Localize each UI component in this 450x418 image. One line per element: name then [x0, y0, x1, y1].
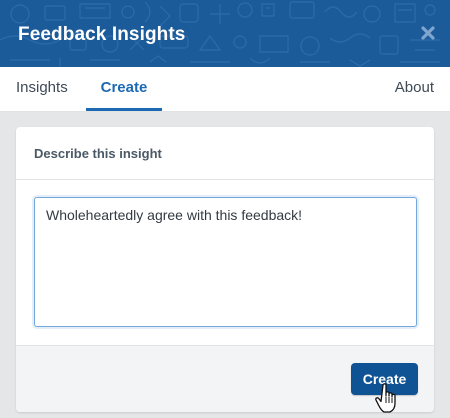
create-insight-card: Describe this insight Wholeheartedly agr… — [16, 127, 434, 412]
tab-create[interactable]: Create — [86, 67, 162, 111]
card-footer: Create — [16, 345, 434, 412]
feedback-insights-panel: Feedback Insights Insights Create About … — [0, 0, 450, 418]
close-icon[interactable] — [420, 25, 436, 41]
panel-header: Feedback Insights — [0, 0, 450, 67]
tab-insights[interactable]: Insights — [16, 67, 68, 111]
card-body: Wholeheartedly agree with this feedback! — [16, 180, 434, 344]
section-title: Describe this insight — [16, 127, 434, 180]
create-button[interactable]: Create — [351, 363, 418, 395]
tab-bar: Insights Create About — [0, 67, 450, 112]
panel-title: Feedback Insights — [18, 24, 186, 45]
insight-description-textarea[interactable]: Wholeheartedly agree with this feedback! — [34, 197, 417, 327]
tab-about[interactable]: About — [395, 67, 434, 111]
